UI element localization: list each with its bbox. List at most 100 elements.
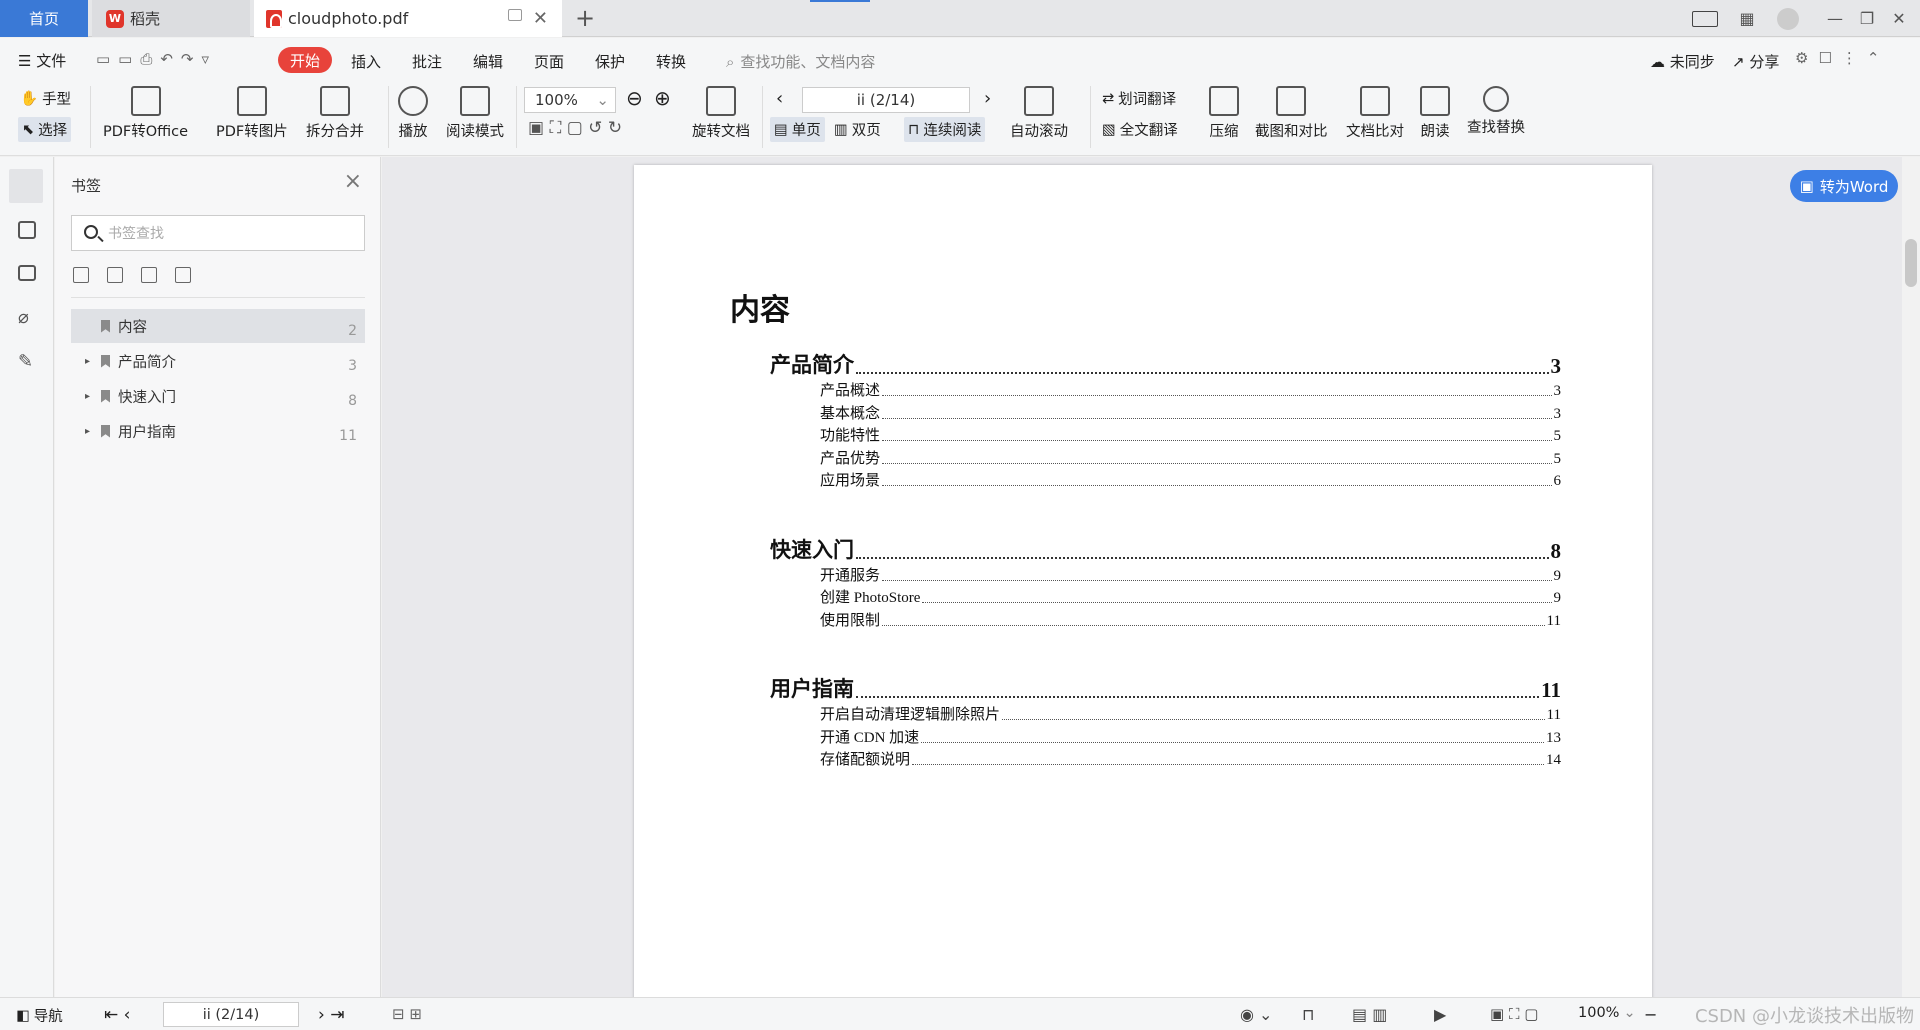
nav-toggle-button[interactable]: ◧ 导航 — [16, 1005, 63, 1026]
toc-entry[interactable]: 开通服务 9 — [820, 566, 1561, 585]
bookmark-item[interactable]: 内容 2 — [71, 309, 365, 343]
minimize-icon[interactable]: — — [1820, 0, 1850, 37]
comment-icon[interactable] — [18, 265, 36, 281]
feature-search[interactable]: ⌕ 查找功能、文档内容 — [726, 51, 875, 72]
continuous-view-icon[interactable]: ⊓ — [1302, 1005, 1314, 1024]
screenshot-compare-button[interactable]: 截图和对比 — [1255, 86, 1328, 141]
tab-start[interactable]: 开始 — [278, 47, 332, 73]
tab-page[interactable]: 页面 — [534, 51, 564, 72]
toc-entry[interactable]: 创建 PhotoStore 9 — [820, 588, 1561, 607]
zoom-slider-minus[interactable]: − — [1644, 1005, 1657, 1024]
bookmark-item[interactable]: ▸ 快速入门 8 — [71, 379, 365, 413]
first-prev-page-icons[interactable]: ⇤ ‹ — [104, 1005, 130, 1025]
single-page-button[interactable]: ▤ 单页 — [770, 117, 825, 142]
continuous-read-button[interactable]: ⊓ 连续阅读 — [904, 117, 986, 142]
scrollbar-thumb[interactable] — [1905, 239, 1917, 287]
zoom-select[interactable]: 100% ⌄ — [524, 87, 616, 113]
add-bookmark-icon[interactable] — [141, 267, 157, 283]
expand-all-icon[interactable] — [73, 267, 89, 283]
split-merge-button[interactable]: 拆分合并 — [306, 86, 364, 141]
toc-entry[interactable]: 开启自动清理逻辑删除照片 11 — [820, 705, 1561, 724]
toc-section-heading[interactable]: 用户指南 11 — [770, 677, 1561, 703]
pdf-to-office-button[interactable]: PDF转Office — [103, 86, 188, 141]
tab-convert[interactable]: 转换 — [656, 51, 686, 72]
collapse-all-icon[interactable] — [107, 267, 123, 283]
layout-icon[interactable] — [1688, 0, 1722, 37]
document-viewport[interactable]: 内容 产品简介 3 产品概述 3 基本概念 3 功能特性 5 产品优势 5 应用场景 6 快速入门 8 开通… — [382, 157, 1902, 997]
view-fit-icons[interactable]: ▣ ⛶ ▢ ↺ ↻ — [528, 118, 622, 138]
play-button[interactable]: 播放 — [398, 86, 428, 141]
vertical-scrollbar[interactable] — [1902, 157, 1920, 997]
restore-icon[interactable]: ❐ — [1852, 0, 1882, 37]
back-forward-icons[interactable]: ⊟ ⊞ — [392, 1005, 422, 1023]
doc-compare-button[interactable]: 文档比对 — [1346, 86, 1404, 141]
remove-bookmark-icon[interactable] — [175, 267, 191, 283]
tab-home[interactable]: 首页 — [0, 0, 88, 37]
full-translate-button[interactable]: ▧ 全文翻译 — [1102, 119, 1178, 140]
share-button[interactable]: ↗ 分享 — [1732, 51, 1779, 72]
toc-leader — [882, 395, 1552, 396]
rotate-doc-button[interactable]: 旋转文档 — [692, 86, 750, 141]
double-page-button[interactable]: ▥ 双页 — [834, 119, 881, 140]
toc-entry[interactable]: 使用限制 11 — [820, 611, 1561, 630]
quick-access-icons[interactable]: ▭▭⎙↶↷▿ — [96, 50, 217, 68]
close-tab-icon[interactable]: ✕ — [533, 8, 548, 29]
bookmark-search-input[interactable]: 书签查找 — [71, 215, 365, 251]
play-icon[interactable]: ▶ — [1434, 1005, 1446, 1024]
toc-entry[interactable]: 产品优势 5 — [820, 449, 1561, 468]
expand-arrow-icon[interactable]: ▸ — [85, 356, 95, 367]
toc-entry[interactable]: 功能特性 5 — [820, 426, 1561, 445]
bookmark-item[interactable]: ▸ 产品简介 3 — [71, 344, 365, 378]
zoom-in-icon[interactable]: ⊕ — [654, 86, 671, 110]
sync-status[interactable]: ☁ 未同步 — [1650, 51, 1715, 72]
close-window-icon[interactable]: ✕ — [1884, 0, 1914, 37]
find-replace-button[interactable]: 查找替换 — [1467, 86, 1525, 137]
tab-document[interactable]: cloudphoto.pdf ✕ — [254, 0, 562, 37]
close-icon[interactable]: × — [344, 169, 362, 194]
toc-entry[interactable]: 应用场景 6 — [820, 471, 1561, 490]
word-translate-button[interactable]: ⇄ 划词翻译 — [1102, 88, 1176, 109]
signature-icon[interactable]: ✎ — [18, 351, 42, 375]
tab-annotate[interactable]: 批注 — [412, 51, 442, 72]
expand-arrow-icon[interactable]: ▸ — [85, 391, 95, 402]
expand-arrow-icon[interactable]: ▸ — [85, 426, 95, 437]
select-tool-button[interactable]: ⬉ 选择 — [18, 117, 72, 142]
status-zoom[interactable]: 100% ⌄ — [1578, 1005, 1636, 1021]
next-page-icon[interactable]: › — [984, 88, 991, 109]
zoom-out-icon[interactable]: ⊖ — [626, 86, 643, 110]
page-number-field[interactable]: ii (2/14) — [802, 87, 970, 113]
avatar[interactable] — [1773, 0, 1803, 37]
bookmark-item[interactable]: ▸ 用户指南 11 — [71, 414, 365, 448]
next-last-page-icons[interactable]: › ⇥ — [318, 1005, 344, 1025]
read-mode-button[interactable]: 阅读模式 — [446, 86, 504, 141]
prev-page-icon[interactable]: ‹ — [776, 88, 783, 109]
toc-entry[interactable]: 存储配额说明 14 — [820, 750, 1561, 769]
file-menu[interactable]: ☰ 文件 — [18, 50, 66, 71]
tab-insert[interactable]: 插入 — [351, 51, 381, 72]
hand-tool-button[interactable]: ✋ 手型 — [20, 88, 71, 109]
apps-grid-icon[interactable]: ▦ — [1732, 0, 1762, 37]
new-tab-button[interactable]: + — [575, 4, 595, 32]
toc-entry[interactable]: 产品概述 3 — [820, 381, 1561, 400]
tab-edit[interactable]: 编辑 — [473, 51, 503, 72]
tab-daoke[interactable]: W 稻壳 — [92, 0, 250, 37]
thumbnail-icon[interactable] — [18, 221, 36, 239]
toc-section-heading[interactable]: 快速入门 8 — [770, 538, 1561, 564]
compress-button[interactable]: 压缩 — [1209, 86, 1239, 141]
settings-icons[interactable]: ⚙☐⋮⌃ — [1795, 49, 1889, 67]
eye-protect-icon[interactable]: ◉ ⌄ — [1240, 1005, 1272, 1024]
fit-icons[interactable]: ▣ ⛶ ▢ — [1490, 1005, 1538, 1023]
toc-entry[interactable]: 开通 CDN 加速 13 — [820, 728, 1561, 747]
toc-section-heading[interactable]: 产品简介 3 — [770, 353, 1561, 379]
attachment-icon[interactable]: ⌀ — [18, 307, 42, 331]
auto-scroll-button[interactable]: 自动滚动 — [1010, 86, 1068, 141]
pdf-to-image-button[interactable]: PDF转图片 — [216, 86, 288, 141]
bookmark-panel-icon[interactable] — [9, 169, 43, 203]
status-page-field[interactable]: ii (2/14) — [163, 1002, 299, 1027]
pin-tab-icon[interactable] — [508, 9, 522, 21]
page-view-icons[interactable]: ▤ ▥ — [1352, 1005, 1387, 1024]
read-aloud-button[interactable]: 朗读 — [1420, 86, 1450, 141]
convert-to-word-button[interactable]: ▣ 转为Word — [1790, 170, 1898, 202]
toc-entry[interactable]: 基本概念 3 — [820, 404, 1561, 423]
tab-protect[interactable]: 保护 — [595, 51, 625, 72]
